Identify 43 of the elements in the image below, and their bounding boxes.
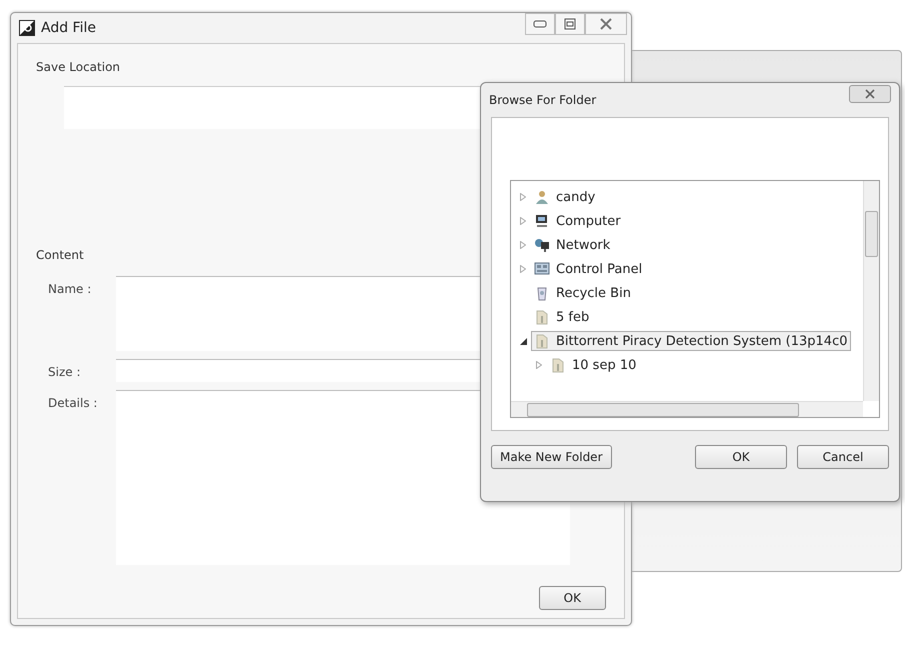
window-title: Add File [41,20,96,36]
minimize-icon [533,20,547,28]
folder-icon [534,309,550,325]
close-icon [599,18,613,30]
ok-button[interactable]: OK [695,445,787,469]
dialog-button[interactable]: Make New Folder [491,445,612,469]
tree-item[interactable]: Network [531,235,614,255]
group-label: Save Location [35,59,122,76]
minimize-button[interactable] [525,13,555,35]
tree-item[interactable]: Recycle Bin [531,283,634,303]
close-button[interactable] [849,85,891,103]
maximize-button[interactable] [555,13,585,35]
horizontal-scrollbar[interactable] [511,401,863,417]
maximize-icon [564,18,576,30]
field-label: Name : [48,281,92,296]
dialog-button[interactable]: Cancel [797,445,889,469]
network-icon [534,237,550,253]
collapsed-arrow-icon[interactable] [536,361,542,369]
field-label: Details : [48,395,98,410]
close-icon [864,89,876,99]
collapsed-arrow-icon[interactable] [520,265,526,273]
collapsed-arrow-icon[interactable] [520,241,526,249]
tree-item[interactable]: Computer [531,211,624,231]
user-icon [534,189,550,205]
folder-icon [534,333,550,349]
folder-icon [550,357,566,373]
group-label: Content [35,247,85,264]
dialog-title: Browse For Folder [489,93,596,107]
close-button[interactable] [585,13,627,35]
tree-item[interactable]: candy [531,187,598,207]
collapsed-arrow-icon[interactable] [520,193,526,201]
tree-item[interactable]: Bittorrent Piracy Detection System (13p14c0 [531,331,850,351]
vertical-scrollbar[interactable] [863,181,879,401]
expanded-arrow-icon[interactable] [520,338,526,344]
app-icon [19,20,35,36]
tree-item[interactable]: Control Panel [531,259,646,279]
collapsed-arrow-icon[interactable] [520,217,526,225]
tree-item[interactable]: 5 feb [531,307,592,327]
tree-item[interactable]: 10 sep 10 [547,355,640,375]
control-panel-icon [534,261,550,277]
field-label: Size : [48,364,82,379]
computer-icon [534,213,550,229]
ok-button[interactable]: OK [538,586,606,610]
